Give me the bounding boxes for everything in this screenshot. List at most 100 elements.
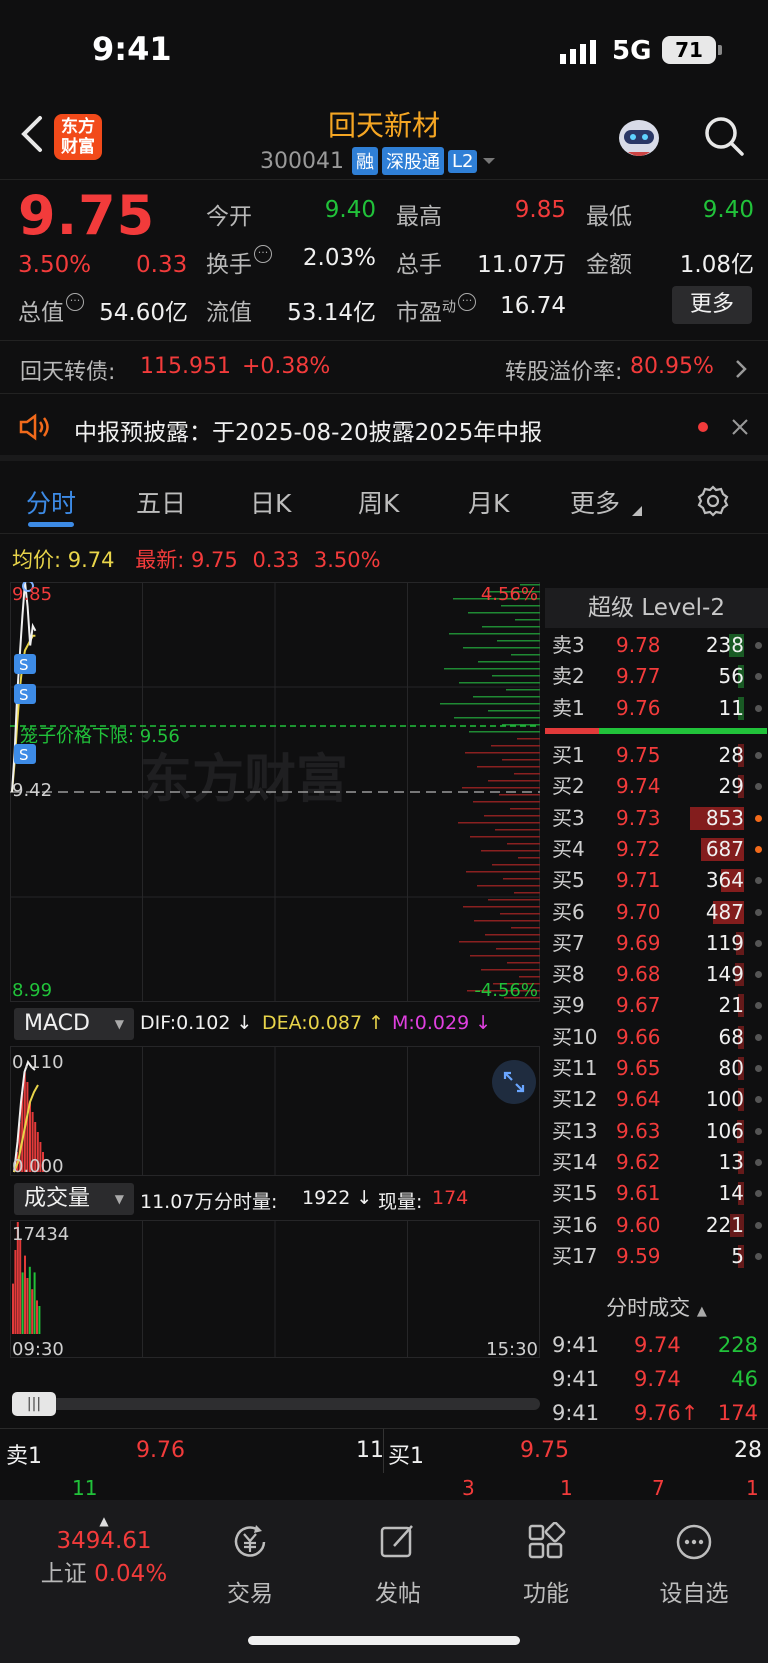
volume-bar	[14, 1250, 17, 1334]
level-volume: 100	[705, 1087, 744, 1112]
bid-level-row[interactable]: 买2 9.74 29	[552, 771, 766, 802]
trade-tick-row: 9:41 9.74 228	[552, 1333, 758, 1357]
bid-level-row[interactable]: 买14 9.62 13	[552, 1147, 766, 1178]
volume-selector[interactable]: 成交量 ▼	[14, 1183, 134, 1215]
minute-volume-label: 分时量:	[214, 1191, 278, 1213]
bid-detail-3: 1	[746, 1476, 759, 1500]
level-label: 买10	[552, 1024, 598, 1049]
activity-dot	[755, 1252, 762, 1260]
minute-volume: 1922 ↓	[302, 1187, 373, 1209]
activity-dot	[755, 1065, 762, 1072]
index-pct: 0.04%	[94, 1561, 168, 1587]
volume-bar	[33, 1272, 36, 1334]
bid-level-row[interactable]: 买3 9.73 853	[552, 803, 766, 834]
level-price: 9.59	[616, 1243, 661, 1268]
tab-functions[interactable]: 功能	[486, 1521, 606, 1608]
level-volume: 68	[718, 1024, 744, 1049]
volume-bar	[26, 1278, 29, 1334]
vol-y-top: 17434	[12, 1224, 69, 1245]
activity-dot	[755, 783, 762, 791]
bid-level-row[interactable]: 买6 9.70 487	[552, 897, 766, 928]
bid-level-row[interactable]: 买5 9.71 364	[552, 865, 766, 896]
level-label: 买16	[552, 1212, 598, 1237]
best-ask-price: 9.76	[136, 1438, 185, 1463]
bid-level-row[interactable]: 买13 9.63 106	[552, 1116, 766, 1147]
macd-chart[interactable]: 0.110 0.000	[10, 1046, 540, 1176]
level-volume: 487	[705, 899, 744, 924]
macd-dif: DIF:0.102 ↓	[140, 1012, 253, 1034]
level-volume: 687	[705, 836, 744, 861]
bid-level-row[interactable]: 买1 9.75 28	[552, 740, 766, 771]
level-label: 买6	[552, 899, 585, 924]
bid-level-row[interactable]: 买4 9.72 687	[552, 834, 766, 865]
best-bid-price: 9.75	[520, 1438, 569, 1463]
level-price: 9.60	[616, 1212, 661, 1237]
best-ask-volume: 11	[356, 1438, 384, 1463]
level-price: 9.71	[616, 868, 661, 893]
activity-dot	[755, 1158, 762, 1166]
level-label: 买7	[552, 930, 585, 955]
activity-dot	[755, 814, 762, 822]
yen-exchange-icon	[234, 1525, 266, 1557]
index-widget[interactable]: ▲ 3494.61 上证 0.04%	[34, 1514, 174, 1588]
level-label: 买3	[552, 805, 585, 830]
bid-level-row[interactable]: 买7 9.69 119	[552, 928, 766, 959]
volume-bar	[21, 1272, 24, 1334]
level-volume: 221	[705, 1212, 744, 1237]
macd-selector[interactable]: MACD ▼	[14, 1008, 134, 1040]
macd-m: M:0.029 ↓	[392, 1012, 492, 1034]
bid-level-row[interactable]: 买17 9.59 5	[552, 1241, 766, 1272]
x-end-label: 15:30	[486, 1339, 538, 1358]
level-price: 9.69	[616, 930, 661, 955]
bid-detail-1: 1	[560, 1476, 573, 1500]
bid-level-row[interactable]: 买9 9.67 21	[552, 990, 766, 1021]
bid-detail-0: 3	[462, 1476, 475, 1500]
activity-dot	[755, 1002, 762, 1010]
level-volume: 5	[731, 1243, 744, 1268]
level-label: 买9	[552, 993, 585, 1018]
activity-dot	[755, 908, 762, 916]
level-price: 9.74	[616, 774, 661, 799]
volume-total: 11.07万	[140, 1191, 214, 1213]
bid-level-row[interactable]: 买11 9.65 80	[552, 1053, 766, 1084]
macd-y-top: 0.110	[12, 1052, 64, 1073]
level-price: 9.63	[616, 1118, 661, 1143]
trade-tick-row: 9:41 9.76↑ 174	[552, 1401, 758, 1425]
activity-dot	[755, 1096, 762, 1104]
time-scrollbar[interactable]	[12, 1398, 540, 1410]
index-value: 3494.61	[56, 1528, 152, 1554]
bid-level-row[interactable]: 买15 9.61 14	[552, 1178, 766, 1209]
best-quote-row: 卖1 9.76 11 买1 9.75 28	[0, 1428, 768, 1473]
bid-level-row[interactable]: 买12 9.64 100	[552, 1084, 766, 1115]
level-price: 9.72	[616, 836, 661, 861]
level-label: 买1	[552, 743, 585, 767]
level-volume: 28	[718, 743, 744, 767]
level-label: 买2	[552, 774, 585, 799]
expand-icon[interactable]	[492, 1060, 536, 1104]
tab-post[interactable]: 发帖	[338, 1522, 458, 1608]
edit-icon	[380, 1525, 413, 1558]
macd-y-bottom: 0.000	[12, 1156, 64, 1176]
divider	[383, 1429, 384, 1473]
trade-ticks-title[interactable]: 分时成交 ▲	[545, 1290, 768, 1326]
level-label: 买8	[552, 962, 585, 987]
volume-bar	[36, 1300, 38, 1334]
activity-dot	[755, 752, 762, 759]
bid-level-row[interactable]: 买8 9.68 149	[552, 959, 766, 990]
bid-level-row[interactable]: 买10 9.66 68	[552, 1022, 766, 1053]
level-label: 买13	[552, 1118, 598, 1143]
volume-chart[interactable]: 17434 09:30 15:30	[10, 1220, 540, 1358]
tab-watchlist[interactable]: 设自选	[634, 1522, 754, 1608]
level-label: 买12	[552, 1087, 598, 1112]
level-label: 买5	[552, 868, 585, 893]
level-price: 9.64	[616, 1087, 661, 1112]
tab-trade[interactable]: 交易	[190, 1522, 310, 1608]
level-volume: 14	[718, 1181, 744, 1206]
level-price: 9.75	[616, 743, 661, 767]
activity-dot	[755, 845, 762, 853]
level-label: 买14	[552, 1149, 598, 1174]
bid-level-row[interactable]: 买16 9.60 221	[552, 1210, 766, 1241]
scroll-handle[interactable]: |||	[12, 1392, 56, 1416]
level-price: 9.61	[616, 1181, 661, 1206]
home-indicator[interactable]	[248, 1636, 520, 1645]
